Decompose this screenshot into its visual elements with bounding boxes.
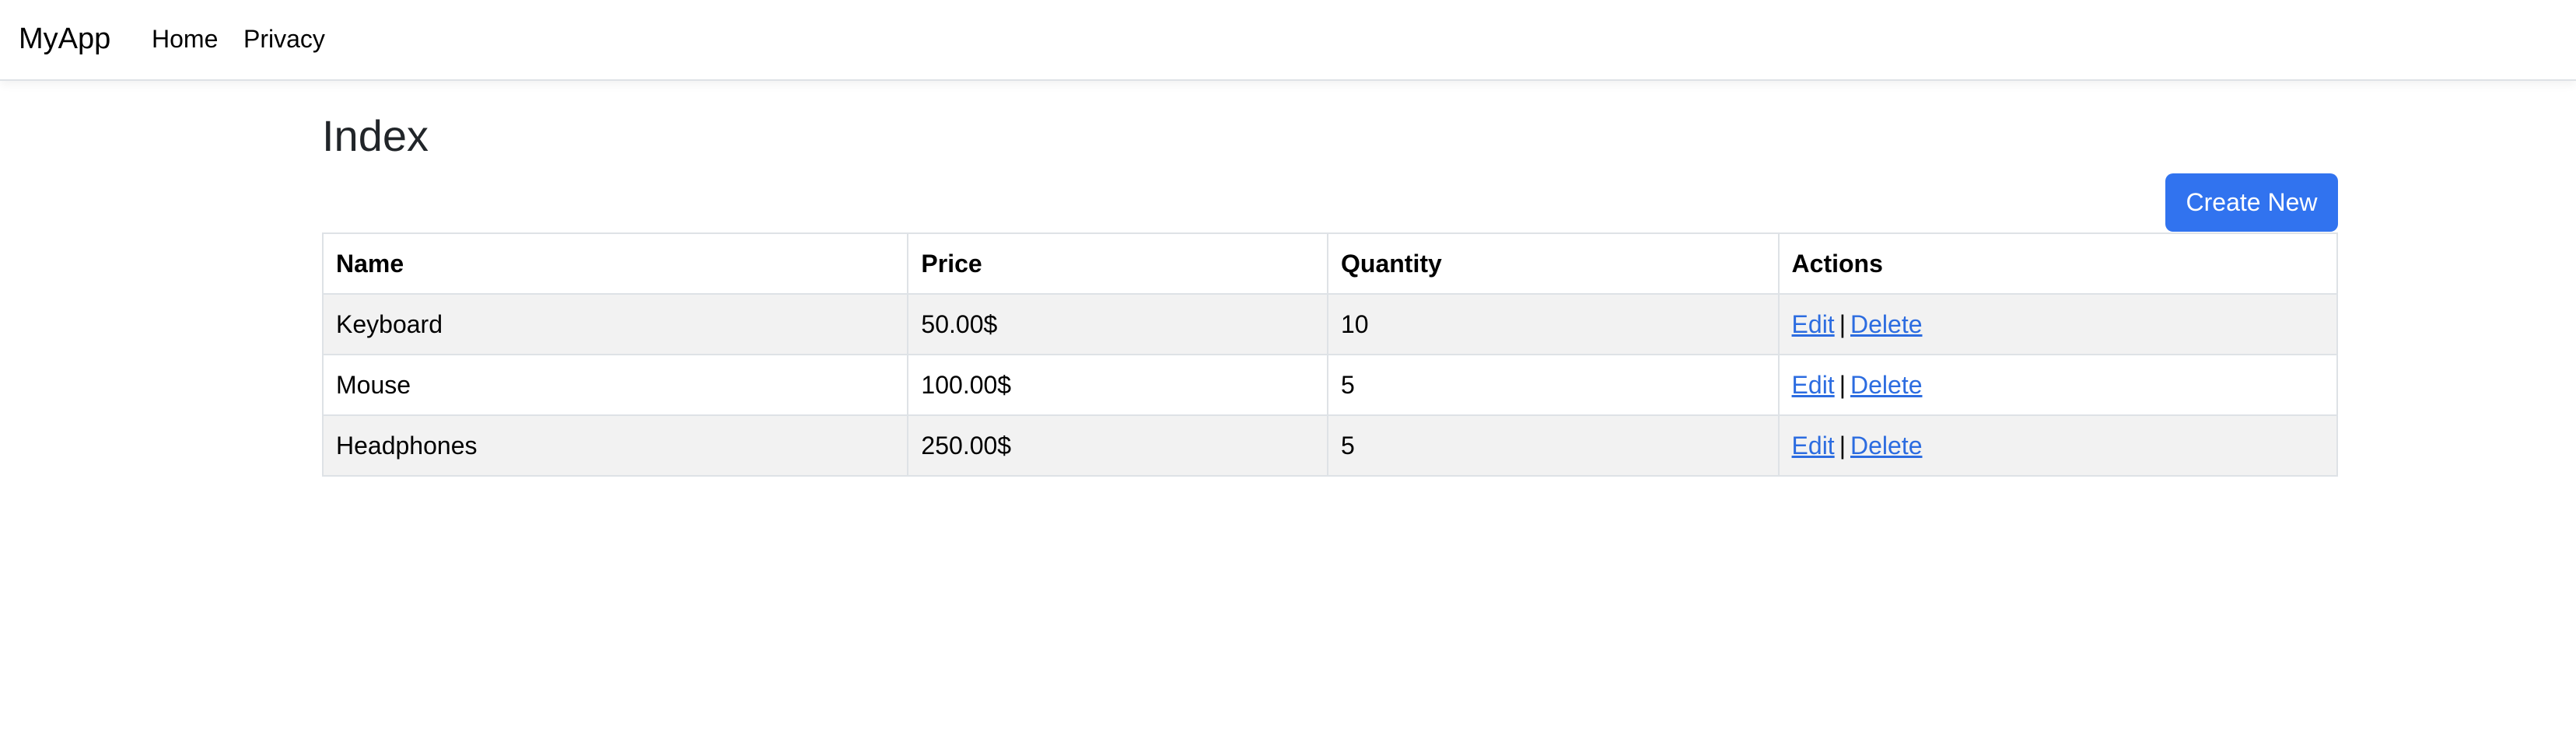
nav-link-home[interactable]: Home	[152, 23, 218, 54]
column-header-name: Name	[321, 232, 909, 295]
column-header-price: Price	[907, 232, 1328, 295]
brand-link[interactable]: MyApp	[19, 20, 110, 58]
nav-link-privacy[interactable]: Privacy	[243, 23, 325, 54]
cell-actions: Edit | Delete	[1777, 293, 2339, 355]
edit-link[interactable]: Edit	[1792, 310, 1835, 338]
products-table: Name Price Quantity Actions Keyboard 50.…	[321, 232, 2339, 477]
action-separator: |	[1839, 309, 1846, 338]
table-row: Mouse 100.00$ 5 Edit | Delete	[321, 354, 2339, 416]
cell-actions: Edit | Delete	[1777, 414, 2339, 477]
cell-price: 100.00$	[907, 354, 1328, 416]
edit-link[interactable]: Edit	[1792, 432, 1835, 460]
action-separator: |	[1839, 431, 1846, 460]
cell-name: Keyboard	[321, 293, 909, 355]
table-body: Keyboard 50.00$ 10 Edit | Delete Mouse 100…	[321, 293, 2339, 477]
top-navbar: MyApp Home Privacy	[0, 0, 2576, 81]
cell-quantity: 5	[1327, 354, 1780, 416]
cell-name: Mouse	[321, 354, 909, 416]
cell-quantity: 5	[1327, 414, 1780, 477]
edit-link[interactable]: Edit	[1792, 371, 1835, 399]
delete-link[interactable]: Delete	[1850, 371, 1923, 399]
create-new-button[interactable]: Create New	[2165, 173, 2338, 232]
page-title: Index	[322, 111, 429, 160]
cell-name: Headphones	[321, 414, 909, 477]
delete-link[interactable]: Delete	[1850, 432, 1923, 460]
column-header-quantity: Quantity	[1327, 232, 1780, 295]
action-separator: |	[1839, 370, 1846, 399]
cell-quantity: 10	[1327, 293, 1780, 355]
delete-link[interactable]: Delete	[1850, 310, 1923, 338]
table-row: Keyboard 50.00$ 10 Edit | Delete	[321, 293, 2339, 355]
column-header-actions: Actions	[1777, 232, 2339, 295]
table-header: Name Price Quantity Actions	[321, 232, 2339, 295]
header-row: Name Price Quantity Actions	[321, 232, 2339, 295]
cell-actions: Edit | Delete	[1777, 354, 2339, 416]
cell-price: 50.00$	[907, 293, 1328, 355]
cell-price: 250.00$	[907, 414, 1328, 477]
table-row: Headphones 250.00$ 5 Edit | Delete	[321, 414, 2339, 477]
